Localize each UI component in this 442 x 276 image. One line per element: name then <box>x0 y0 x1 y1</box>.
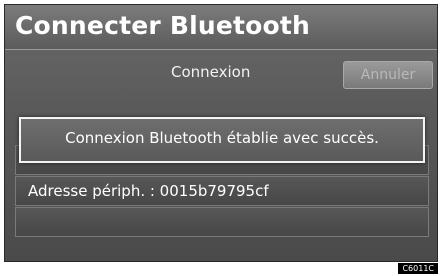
subheader-bar: Connexion Annuler <box>5 53 437 99</box>
list-item-device-address: Adresse périph. : 0015b79795cf <box>15 176 429 206</box>
cancel-button[interactable]: Annuler <box>343 61 433 89</box>
connection-status-label: Connexion <box>171 63 251 81</box>
device-address-text: Adresse périph. : 0015b79795cf <box>28 182 269 200</box>
figure-code-label: C6011C <box>398 263 438 274</box>
bluetooth-connect-screen: Connecter Bluetooth Connexion Annuler Ad… <box>4 4 438 262</box>
screen-title: Connecter Bluetooth <box>15 11 311 40</box>
success-message: Connexion Bluetooth établie avec succès. <box>65 129 379 147</box>
success-dialog: Connexion Bluetooth établie avec succès. <box>19 117 425 163</box>
title-bar: Connecter Bluetooth <box>5 5 437 50</box>
list-item-empty <box>15 207 429 237</box>
